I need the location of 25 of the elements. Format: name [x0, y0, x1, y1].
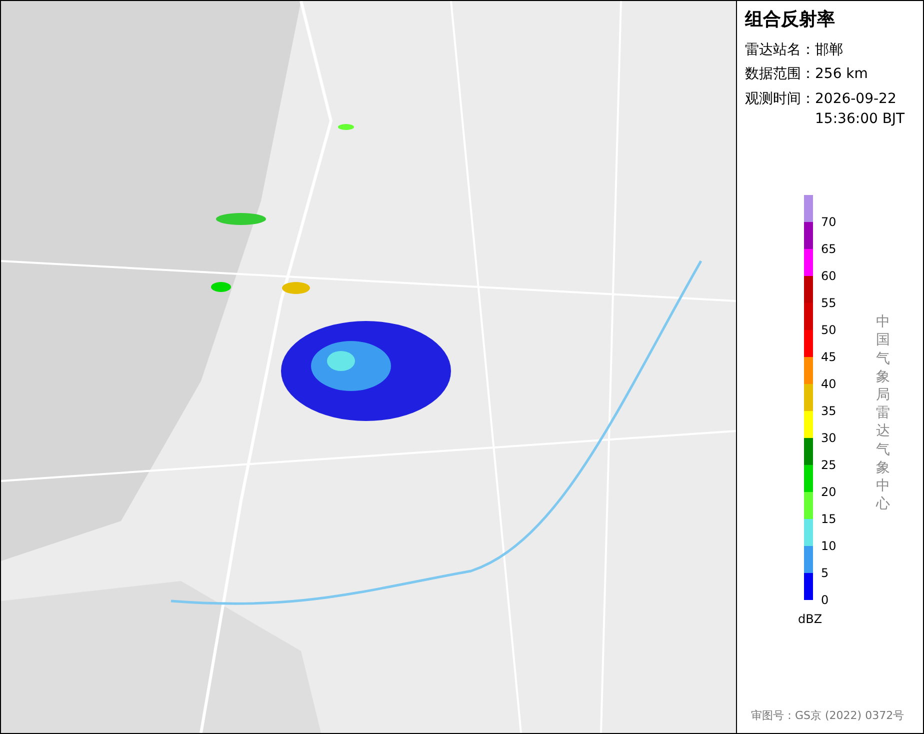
legend-unit: dBZ	[798, 612, 824, 626]
approval-number: 审图号：GS京 (2022) 0372号	[751, 708, 906, 723]
info-label: 数据范围：	[745, 65, 815, 84]
info-value: 邯郸	[815, 41, 844, 60]
legend-label: 0	[821, 593, 829, 608]
legend-label: 5	[821, 566, 829, 580]
info-label: 观测时间：	[745, 90, 815, 109]
info-value: 2026-09-22 15:36:00 BJT	[815, 90, 905, 129]
legend-label: 40	[821, 377, 836, 392]
legend-label: 20	[821, 485, 836, 500]
legend-label: 55	[821, 296, 836, 310]
info-label: 雷达站名：	[745, 41, 815, 60]
legend-label: 15	[821, 512, 836, 526]
legend-label: 65	[821, 242, 836, 256]
panel-title: 组合反射率	[745, 8, 836, 31]
legend-label: 25	[821, 458, 836, 472]
credit-text: 中国气象局雷达气象中心	[876, 313, 890, 514]
legend-label: 60	[821, 269, 836, 284]
legend-label: 30	[821, 431, 836, 446]
legend-label: 45	[821, 350, 836, 364]
info-value: 256 km	[815, 65, 869, 84]
legend-label: 50	[821, 323, 836, 338]
legend-label: 10	[821, 539, 836, 554]
legend-label: 70	[821, 215, 836, 230]
legend-label: 35	[821, 404, 836, 418]
